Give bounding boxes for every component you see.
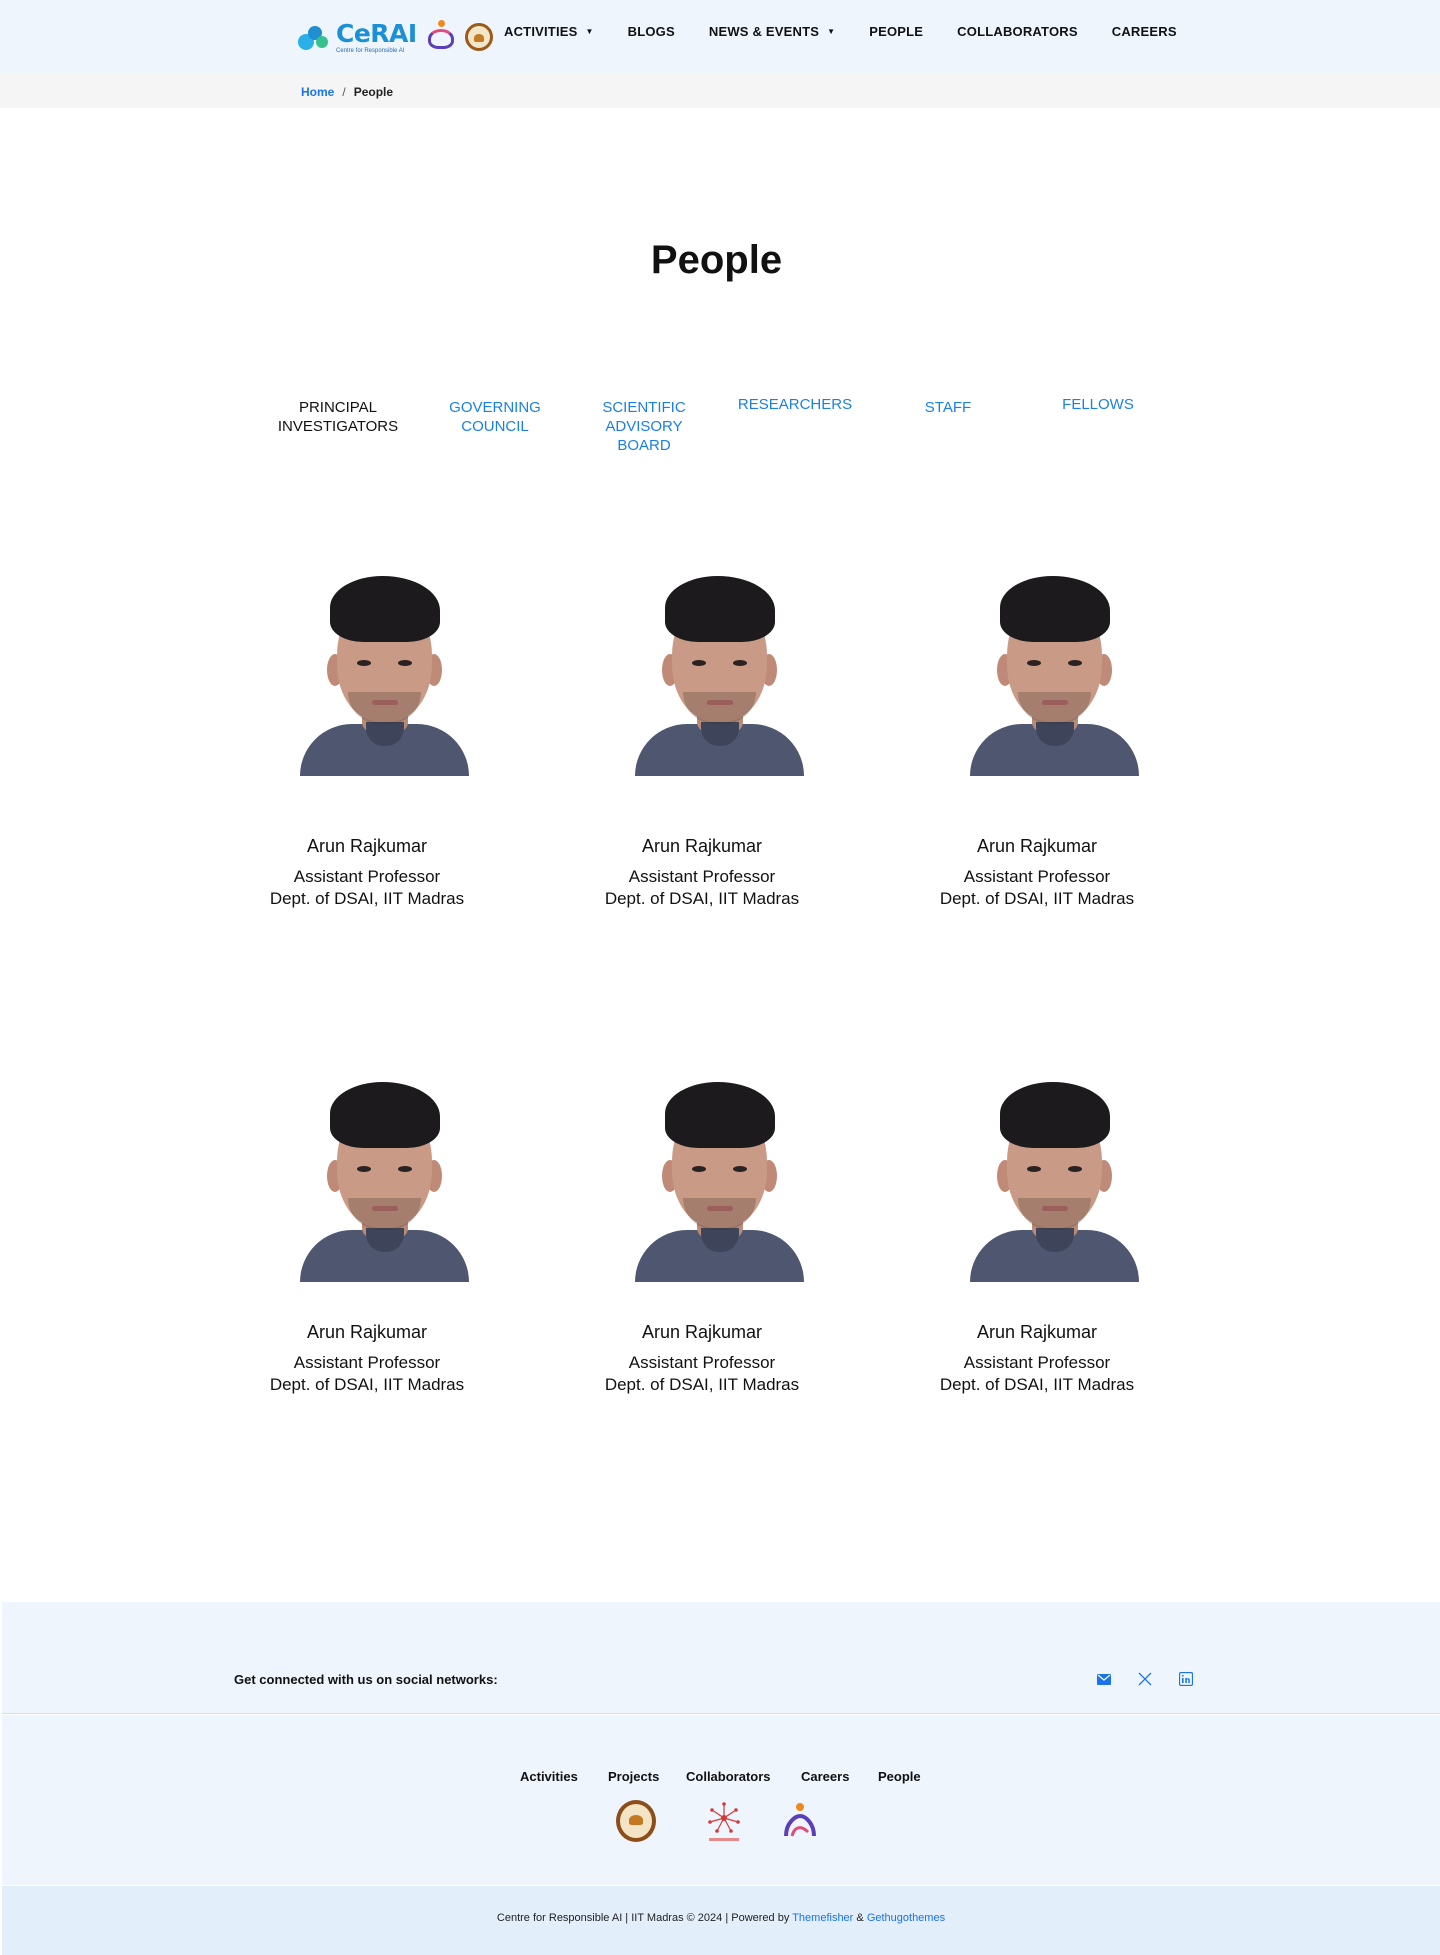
main-nav: ACTIVITIES ▼ BLOGS NEWS & EVENTS ▼ PEOPL…	[504, 24, 1211, 39]
person-card[interactable]: Arun Rajkumar Assistant Professor Dept. …	[887, 572, 1187, 912]
footer-copyright-bar: Centre for Responsible AI | IIT Madras ©…	[2, 1886, 1440, 1955]
tab-researchers[interactable]: RESEARCHERS	[730, 395, 860, 414]
caret-down-icon: ▼	[585, 27, 594, 36]
person-card[interactable]: Arun Rajkumar Assistant Professor Dept. …	[552, 572, 852, 912]
footer-link-collaborators[interactable]: Collaborators	[686, 1769, 771, 1784]
person-photo	[970, 1078, 1139, 1282]
person-card[interactable]: Arun Rajkumar Assistant Professor Dept. …	[887, 1078, 1187, 1418]
logo-title: CeRAI	[336, 18, 417, 48]
person-name: Arun Rajkumar	[641, 836, 763, 856]
person-card[interactable]: Arun Rajkumar Assistant Professor Dept. …	[552, 1078, 852, 1418]
copyright-prefix: Centre for Responsible AI | IIT Madras ©…	[496, 1912, 790, 1924]
caret-down-icon: ▼	[827, 27, 836, 36]
person-title: Assistant Professor	[293, 867, 441, 886]
tab-governing-council[interactable]: GOVERNING COUNCIL	[432, 398, 558, 436]
footer-social-bar: Get connected with us on social networks…	[2, 1602, 1440, 1714]
footer-link-people[interactable]: People	[878, 1769, 921, 1784]
person-dept: Dept. of DSAI, IIT Madras	[939, 889, 1135, 908]
person-dept: Dept. of DSAI, IIT Madras	[604, 1375, 800, 1394]
footer-link-projects[interactable]: Projects	[608, 1769, 659, 1784]
nav-activities-label: ACTIVITIES	[504, 24, 578, 39]
person-title: Assistant Professor	[628, 867, 776, 886]
linkedin-icon[interactable]	[1178, 1671, 1194, 1687]
tab-fellows[interactable]: FELLOWS	[1048, 395, 1148, 414]
person-name: Arun Rajkumar	[976, 836, 1098, 856]
nav-news-events[interactable]: NEWS & EVENTS ▼	[709, 24, 835, 39]
person-card[interactable]: Arun Rajkumar Assistant Professor Dept. …	[217, 1078, 517, 1418]
nav-blogs[interactable]: BLOGS	[628, 24, 675, 39]
person-card[interactable]: Arun Rajkumar Assistant Professor Dept. …	[217, 572, 517, 912]
page-title: People	[650, 238, 783, 282]
breadcrumb-current: People	[353, 85, 394, 99]
person-title: Assistant Professor	[628, 1353, 776, 1372]
logo-subtitle: Centre for Responsible AI	[336, 47, 405, 54]
person-photo	[300, 1078, 469, 1282]
person-name: Arun Rajkumar	[306, 836, 428, 856]
person-title: Assistant Professor	[963, 867, 1111, 886]
person-dept: Dept. of DSAI, IIT Madras	[604, 889, 800, 908]
person-dept: Dept. of DSAI, IIT Madras	[939, 1375, 1135, 1394]
person-photo	[300, 572, 469, 776]
nav-news-events-label: NEWS & EVENTS	[708, 24, 820, 39]
social-text: Get connected with us on social networks…	[234, 1672, 498, 1687]
copyright-amp: &	[856, 1912, 864, 1924]
nav-collaborators[interactable]: COLLABORATORS	[957, 24, 1078, 39]
breadcrumb-home-link[interactable]: Home	[301, 85, 334, 99]
person-photo	[970, 572, 1139, 776]
tab-scientific-advisory-board[interactable]: SCIENTIFIC ADVISORY BOARD	[594, 398, 694, 455]
gethugothemes-link[interactable]: Gethugothemes	[867, 1912, 945, 1924]
nav-careers-label: CAREERS	[1111, 24, 1177, 39]
footer-links-section: Activities Projects Collaborators Career…	[2, 1715, 1440, 1885]
x-twitter-icon[interactable]	[1137, 1671, 1153, 1687]
nav-people[interactable]: PEOPLE	[869, 24, 923, 39]
wsai-logo-icon[interactable]	[780, 1802, 820, 1842]
person-title: Assistant Professor	[963, 1353, 1111, 1372]
cerai-logo[interactable]: CeRAI Centre for Responsible AI	[296, 14, 493, 60]
person-name: Arun Rajkumar	[306, 1322, 428, 1342]
nav-people-label: PEOPLE	[869, 24, 924, 39]
footer-link-activities[interactable]: Activities	[520, 1769, 578, 1784]
email-icon[interactable]	[1096, 1671, 1112, 1687]
social-icons	[1096, 1671, 1194, 1687]
nav-careers[interactable]: CAREERS	[1112, 24, 1177, 39]
tab-staff[interactable]: STAFF	[900, 398, 996, 417]
logo-text: CeRAI Centre for Responsible AI	[336, 21, 417, 54]
person-photo	[635, 572, 804, 776]
tab-principal-investigators[interactable]: PRINCIPAL INVESTIGATORS	[268, 398, 408, 436]
nav-activities[interactable]: ACTIVITIES ▼	[504, 24, 594, 39]
nav-collaborators-label: COLLABORATORS	[957, 24, 1078, 39]
cerai-logo-mark-icon	[296, 20, 330, 54]
person-photo	[635, 1078, 804, 1282]
nav-blogs-label: BLOGS	[627, 24, 675, 39]
person-dept: Dept. of DSAI, IIT Madras	[269, 889, 465, 908]
site-header: CeRAI Centre for Responsible AI ACTIVITI…	[0, 0, 1440, 74]
person-title: Assistant Professor	[293, 1353, 441, 1372]
person-dept: Dept. of DSAI, IIT Madras	[269, 1375, 465, 1394]
breadcrumb-separator: /	[342, 85, 346, 99]
iitm-seal-logo-icon[interactable]	[616, 1800, 656, 1842]
wsai-logo-icon	[427, 20, 455, 54]
breadcrumb: Home / People	[0, 74, 1440, 108]
footer-link-careers[interactable]: Careers	[801, 1769, 849, 1784]
person-name: Arun Rajkumar	[976, 1322, 1098, 1342]
rbcdsai-logo-icon[interactable]	[705, 1800, 743, 1844]
person-name: Arun Rajkumar	[641, 1322, 763, 1342]
iitm-seal-icon	[464, 23, 493, 51]
copyright-text: Centre for Responsible AI | IIT Madras ©…	[2, 1912, 1440, 1924]
themefisher-link[interactable]: Themefisher	[792, 1912, 853, 1924]
